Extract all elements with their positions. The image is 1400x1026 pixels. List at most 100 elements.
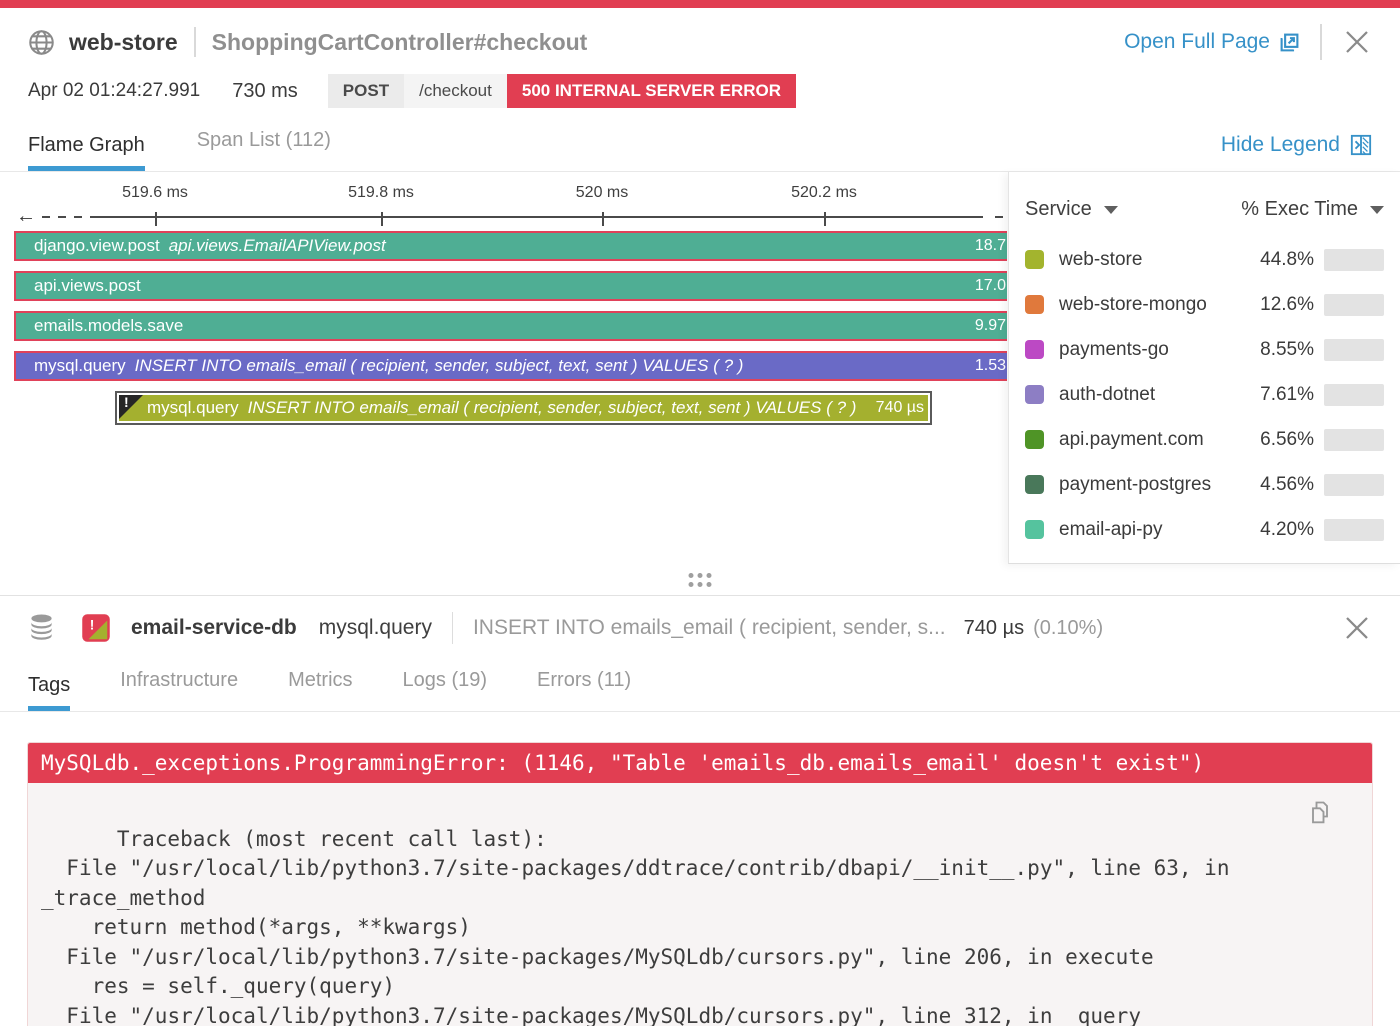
- exec-time-bar: [1324, 249, 1384, 271]
- tab-metrics[interactable]: Metrics: [288, 669, 352, 711]
- legend-exec-header: % Exec Time: [1241, 198, 1358, 221]
- axis-tick: [602, 212, 604, 226]
- service-name: auth-dotnet: [1059, 384, 1155, 406]
- open-full-page-link[interactable]: Open Full Page: [1124, 30, 1300, 54]
- legend-row-web-store-mongo[interactable]: web-store-mongo 12.6%: [1009, 282, 1400, 327]
- span-duration: 9.97: [965, 317, 1006, 335]
- error-corner-triangle: [119, 395, 143, 419]
- axis-dash: [42, 216, 50, 218]
- axis-dash: [74, 216, 82, 218]
- legend-service-sort[interactable]: Service: [1025, 198, 1118, 221]
- divider: [1320, 24, 1322, 60]
- span-bar-api-views-post[interactable]: api.views.post 17.0: [14, 271, 1007, 301]
- copy-icon[interactable]: [1306, 799, 1334, 827]
- traceback-text: Traceback (most recent call last): File …: [41, 827, 1242, 1026]
- axis-tick: [155, 212, 157, 226]
- tab-span-list[interactable]: Span List (112): [197, 129, 331, 171]
- tab-tags[interactable]: Tags: [28, 674, 70, 711]
- span-duration: 740 µs: [866, 399, 924, 417]
- detail-duration: 740 µs: [964, 617, 1024, 640]
- service-color-swatch: [1025, 430, 1044, 449]
- exec-time-pct: 7.61%: [1242, 384, 1314, 406]
- exec-time-bar: [1324, 384, 1384, 406]
- exec-time-pct: 4.56%: [1242, 474, 1314, 496]
- service-color-swatch: [1025, 295, 1044, 314]
- http-status-badge: 500 INTERNAL SERVER ERROR: [507, 74, 796, 108]
- flame-graph-canvas: ← 519.6 ms 519.8 ms 520 ms 520.2 ms djan…: [0, 172, 1007, 564]
- caret-down-icon: [1370, 206, 1384, 214]
- service-color-swatch: [1025, 340, 1044, 359]
- service-color-swatch: [1025, 475, 1044, 494]
- open-full-page-label: Open Full Page: [1124, 30, 1270, 54]
- span-resource: INSERT INTO emails_email ( recipient, se…: [135, 356, 744, 376]
- service-name: web-store: [1059, 249, 1142, 271]
- axis-tick-label: 520.2 ms: [791, 184, 857, 202]
- service-name: api.payment.com: [1059, 429, 1204, 451]
- legend-row-api-payment-com[interactable]: api.payment.com 6.56%: [1009, 417, 1400, 462]
- tab-flame-graph[interactable]: Flame Graph: [28, 134, 145, 171]
- detail-operation-name: mysql.query: [319, 616, 432, 640]
- exec-time-bar: [1324, 474, 1384, 496]
- legend-row-payments-go[interactable]: payments-go 8.55%: [1009, 327, 1400, 372]
- service-color-swatch: [1025, 250, 1044, 269]
- service-name: payments-go: [1059, 339, 1169, 361]
- axis-tick-label: 519.8 ms: [348, 184, 414, 202]
- axis-dash: [995, 216, 1003, 218]
- legend-row-email-api-py[interactable]: email-api-py 4.20%: [1009, 507, 1400, 552]
- span-bar-mysql-query-selected[interactable]: ! mysql.query INSERT INTO emails_email (…: [115, 391, 932, 425]
- time-axis: [90, 216, 983, 218]
- exec-time-bar: [1324, 339, 1384, 361]
- exec-time-pct: 4.20%: [1242, 519, 1314, 541]
- detail-resource: INSERT INTO emails_email ( recipient, se…: [473, 616, 946, 640]
- span-bar-django-view-post[interactable]: django.view.post api.views.EmailAPIView.…: [14, 231, 1007, 261]
- error-title: MySQLdb._exceptions.ProgrammingError: (1…: [28, 743, 1372, 783]
- trace-modal: web-store ShoppingCartController#checkou…: [0, 0, 1400, 1026]
- trace-timestamp: Apr 02 01:24:27.991: [28, 80, 200, 102]
- span-bar-emails-models-save[interactable]: emails.models.save 9.97: [14, 311, 1007, 341]
- span-bar-mysql-query[interactable]: mysql.query INSERT INTO emails_email ( r…: [14, 351, 1007, 381]
- service-color-swatch: [1025, 520, 1044, 539]
- detail-service-name: email-service-db: [131, 616, 297, 640]
- globe-icon: [28, 29, 55, 56]
- legend-service-header: Service: [1025, 198, 1092, 221]
- external-link-icon: [1279, 32, 1300, 53]
- tab-infrastructure[interactable]: Infrastructure: [120, 669, 238, 711]
- error-accent-bar: [0, 0, 1400, 8]
- drag-handle-icon: [689, 573, 712, 587]
- exec-time-pct: 6.56%: [1242, 429, 1314, 451]
- legend-row-payment-postgres[interactable]: payment-postgres 4.56%: [1009, 462, 1400, 507]
- trace-header: web-store ShoppingCartController#checkou…: [0, 8, 1400, 60]
- span-duration: 18.7: [965, 237, 1006, 255]
- span-duration: 17.0: [965, 277, 1006, 295]
- tab-logs[interactable]: Logs (19): [403, 669, 488, 711]
- axis-tick: [824, 212, 826, 226]
- close-span-detail-icon[interactable]: [1342, 613, 1372, 643]
- legend-row-web-store[interactable]: web-store 44.8%: [1009, 237, 1400, 282]
- span-operation: mysql.query: [34, 356, 126, 376]
- exec-time-bar: [1324, 294, 1384, 316]
- legend-row-auth-dotnet[interactable]: auth-dotnet 7.61%: [1009, 372, 1400, 417]
- exec-time-pct: 44.8%: [1242, 249, 1314, 271]
- view-tabs: Flame Graph Span List (112) Hide Legend: [0, 114, 1400, 172]
- span-resource: api.views.EmailAPIView.post: [169, 236, 386, 256]
- hide-legend-button[interactable]: Hide Legend: [1221, 133, 1372, 171]
- axis-tick-label: 519.6 ms: [122, 184, 188, 202]
- caret-down-icon: [1104, 206, 1118, 214]
- service-legend: Service % Exec Time web-store 44.8% web-…: [1008, 172, 1400, 564]
- axis-tick-label: 520 ms: [576, 184, 628, 202]
- span-operation: mysql.query: [147, 398, 239, 418]
- service-name: email-api-py: [1059, 519, 1162, 541]
- detail-duration-pct: (0.10%): [1033, 617, 1103, 640]
- tab-errors[interactable]: Errors (11): [537, 669, 631, 711]
- panel-resize-handle[interactable]: [0, 564, 1400, 596]
- http-path-badge: /checkout: [404, 74, 507, 108]
- svg-text:!: !: [90, 617, 95, 632]
- error-details-block: MySQLdb._exceptions.ProgrammingError: (1…: [27, 742, 1373, 1026]
- legend-exec-sort[interactable]: % Exec Time: [1241, 198, 1384, 221]
- error-service-badge-icon: !: [81, 613, 111, 643]
- close-trace-icon[interactable]: [1342, 27, 1372, 57]
- exec-time-pct: 8.55%: [1242, 339, 1314, 361]
- trace-service-name: web-store: [69, 29, 178, 56]
- span-detail-header: ! email-service-db mysql.query INSERT IN…: [0, 596, 1400, 660]
- exec-time-bar: [1324, 429, 1384, 451]
